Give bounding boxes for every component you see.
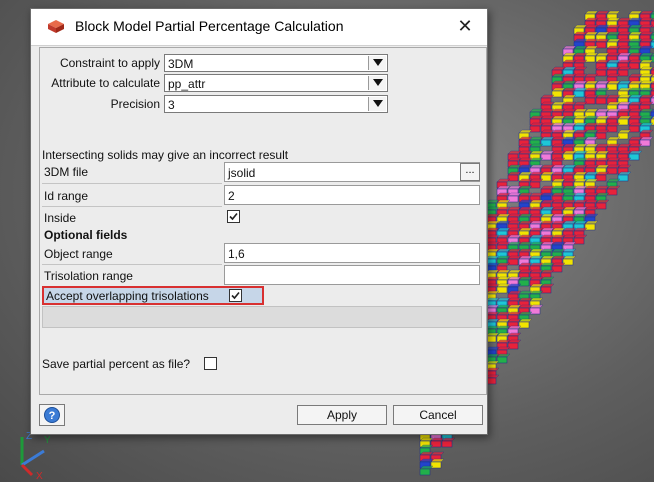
model-block — [518, 318, 533, 329]
cancel-button[interactable]: Cancel — [393, 405, 483, 425]
dialog-content: Constraint to apply 3DM Attribute to cal… — [39, 47, 487, 395]
attribute-value: pp_attr — [168, 77, 206, 91]
model-block — [441, 437, 456, 448]
dropdown-arrow-icon[interactable] — [368, 97, 386, 111]
partial-percentage-dialog: Block Model Partial Percentage Calculati… — [30, 8, 488, 435]
file-value: jsolid — [228, 166, 256, 180]
file-input[interactable]: jsolid — [224, 162, 480, 182]
row-divider — [42, 183, 222, 184]
accept-overlapping-row[interactable]: Accept overlapping trisolations — [42, 286, 264, 305]
intersect-warning: Intersecting solids may give an incorrec… — [42, 148, 289, 162]
save-partial-checkbox[interactable] — [204, 357, 217, 370]
empty-panel — [42, 306, 482, 328]
help-icon: ? — [44, 407, 60, 423]
accept-overlapping-label: Accept overlapping trisolations — [46, 289, 209, 303]
check-icon — [231, 291, 240, 300]
model-block — [617, 171, 632, 182]
check-icon — [229, 212, 238, 221]
apply-button[interactable]: Apply — [297, 405, 387, 425]
id-range-label: Id range — [44, 189, 89, 203]
model-block — [562, 255, 577, 266]
inside-label: Inside — [44, 211, 77, 225]
dialog-button-bar: ? Apply Cancel — [31, 399, 487, 433]
model-block — [507, 339, 522, 350]
object-range-value: 1,6 — [228, 247, 245, 261]
model-block — [529, 178, 544, 189]
svg-text:X: X — [36, 471, 43, 480]
svg-text:Y: Y — [44, 435, 51, 446]
block-model-icon — [48, 20, 64, 33]
model-block — [595, 199, 610, 210]
model-block — [551, 262, 566, 273]
model-block — [496, 353, 511, 364]
model-block — [628, 150, 643, 161]
dialog-titlebar[interactable]: Block Model Partial Percentage Calculati… — [31, 9, 487, 46]
model-block — [639, 136, 654, 147]
precision-select[interactable]: 3 — [164, 95, 388, 113]
model-block — [606, 122, 621, 133]
svg-text:?: ? — [49, 410, 56, 422]
model-block — [617, 129, 632, 140]
close-icon: ✕ — [457, 16, 473, 36]
model-block — [617, 66, 632, 77]
optional-header: Optional fields — [44, 228, 128, 242]
model-block — [540, 283, 555, 294]
dialog-title: Block Model Partial Percentage Calculati… — [75, 18, 344, 34]
accept-overlapping-checkbox[interactable] — [229, 289, 242, 302]
constraint-value: 3DM — [168, 57, 194, 71]
object-range-label: Object range — [44, 247, 113, 261]
model-block — [595, 171, 610, 182]
attribute-select[interactable]: pp_attr — [164, 74, 388, 92]
id-range-value: 2 — [228, 189, 235, 203]
trisolation-range-input[interactable] — [224, 265, 480, 285]
browse-button[interactable]: ... — [460, 163, 480, 181]
save-partial-label: Save partial percent as file? — [42, 357, 191, 371]
attribute-label: Attribute to calculate — [51, 76, 160, 90]
trisolation-range-label: Trisolation range — [44, 269, 133, 283]
model-block — [606, 185, 621, 196]
model-block — [573, 234, 588, 245]
inside-checkbox[interactable] — [227, 210, 240, 223]
model-block — [584, 220, 599, 231]
object-range-input[interactable]: 1,6 — [224, 243, 480, 263]
row-divider — [42, 264, 222, 265]
file-label: 3DM file — [44, 165, 89, 179]
id-range-input[interactable]: 2 — [224, 185, 480, 205]
constraint-select[interactable]: 3DM — [164, 54, 388, 72]
precision-value: 3 — [168, 98, 175, 112]
help-button[interactable]: ? — [39, 404, 65, 426]
close-button[interactable]: ✕ — [451, 13, 479, 39]
constraint-label: Constraint to apply — [59, 56, 160, 70]
model-block — [595, 129, 610, 140]
dropdown-arrow-icon[interactable] — [368, 56, 386, 70]
model-block — [529, 304, 544, 315]
dropdown-arrow-icon[interactable] — [368, 76, 386, 90]
row-divider — [42, 206, 222, 207]
model-block — [430, 458, 445, 469]
model-block — [419, 465, 434, 476]
precision-label: Precision — [110, 97, 160, 111]
